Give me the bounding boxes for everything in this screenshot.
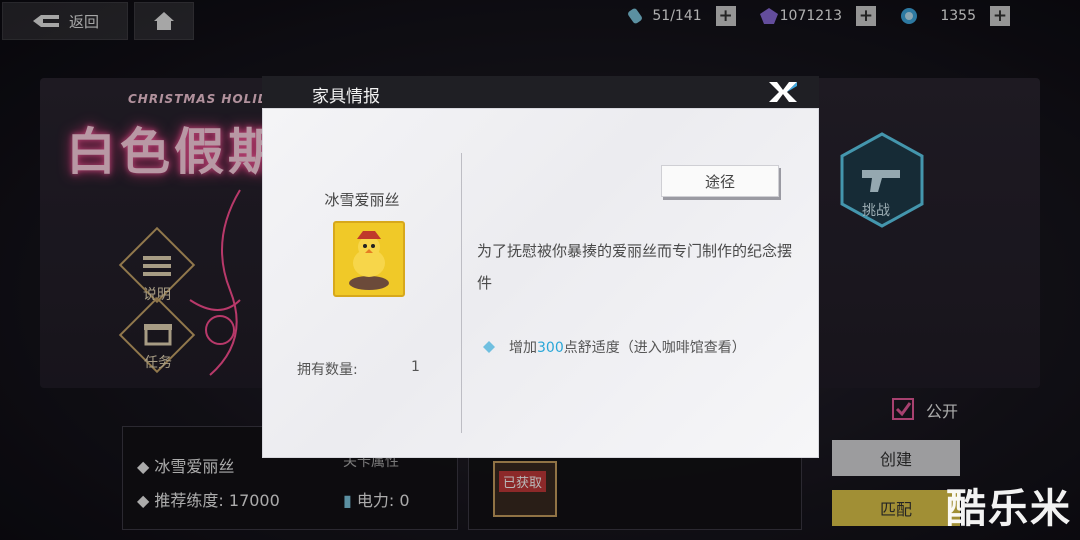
dialog-header: 家具情报	[262, 76, 819, 108]
item-description: 为了抚慰被你暴揍的爱丽丝而专门制作的纪念摆件	[477, 242, 793, 292]
game-screen: CHRISTMAS HOLIDAY 白色假期 说明 任务 挑战 公开 创建 匹配…	[0, 0, 1080, 540]
furniture-info-dialog: 家具情报 冰雪爱丽丝 拥有数量: 1 途径 为了抚慰被你暴揍的爱丽丝而专门制作的…	[262, 76, 819, 458]
dialog-body: 冰雪爱丽丝 拥有数量: 1 途径 为了抚慰被你暴揍的爱丽丝而专门制作的纪念摆件 …	[262, 108, 819, 458]
source-button[interactable]: 途径	[661, 165, 779, 197]
close-icon[interactable]	[765, 80, 799, 104]
dialog-title: 家具情报	[312, 87, 380, 107]
effect-number: 300	[537, 340, 564, 356]
item-effect: 增加300点舒适度（进入咖啡馆查看）	[483, 337, 746, 357]
diamond-bullet-icon	[483, 341, 495, 353]
item-thumbnail	[333, 221, 405, 297]
watermark-logo: 酷乐米	[946, 486, 1072, 532]
dialog-divider	[461, 153, 462, 433]
owned-count-value: 1	[411, 359, 420, 375]
chick-figurine-icon	[349, 231, 389, 290]
owned-count-label: 拥有数量:	[297, 362, 358, 378]
item-name: 冰雪爱丽丝	[324, 191, 400, 209]
effect-prefix: 增加	[509, 340, 537, 356]
effect-text: 增加300点舒适度（进入咖啡馆查看）	[509, 337, 746, 357]
effect-suffix: 点舒适度（进入咖啡馆查看）	[563, 340, 746, 356]
